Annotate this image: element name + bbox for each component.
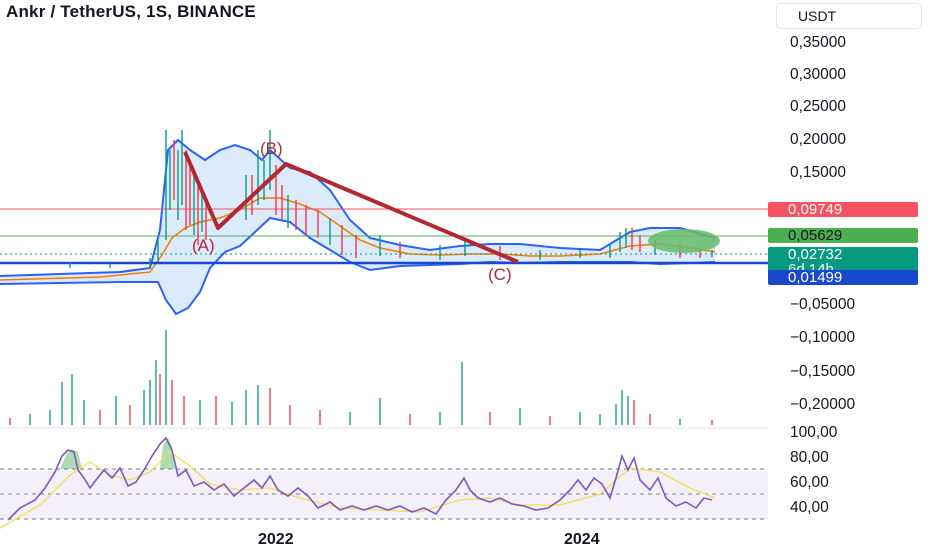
price-axis-label: −0,10000	[790, 329, 856, 346]
price-axis-label: 0,20000	[790, 131, 847, 148]
price-axis-label: 0,30000	[790, 66, 847, 83]
time-axis-label: 2022	[258, 531, 294, 548]
wave-label-a: (A)	[192, 236, 215, 255]
bollinger-basis-line	[0, 197, 716, 281]
current-price-value: 0,02732	[788, 246, 843, 263]
volume-bars	[9, 330, 713, 425]
currency-selector[interactable]: USDT	[776, 3, 922, 29]
price-axis-label: −0,15000	[790, 363, 856, 380]
price-axis-label: −0,05000	[790, 296, 856, 313]
price-axis-label: 0,35000	[790, 34, 847, 51]
symbol-title[interactable]: Ankr / TetherUS, 1S, BINANCE	[6, 2, 256, 22]
rsi-axis-label: 60,00	[790, 474, 829, 491]
rsi-axis-label: 40,00	[790, 499, 829, 516]
wave-label-c: (C)	[488, 265, 512, 284]
price-axis-label: −0,20000	[790, 396, 856, 413]
green-level-price-tag[interactable]: 0,05629	[768, 228, 918, 243]
highlight-ellipse[interactable]	[648, 229, 720, 253]
support-price-tag[interactable]: 0,01499	[768, 270, 918, 285]
resistance-price-tag[interactable]: 0,09749	[768, 202, 918, 217]
rsi-axis-label: 80,00	[790, 449, 829, 466]
price-axis-label: 0,25000	[790, 98, 847, 115]
rsi-axis-label: 100,00	[790, 424, 838, 441]
chart-window: (A) (B) (C) Ankr / TetherUS, 1S, BINANCE…	[0, 0, 932, 550]
wave-label-b: (B)	[260, 139, 283, 158]
price-axis-label: 0,15000	[790, 164, 847, 181]
time-axis-label: 2024	[564, 531, 600, 548]
